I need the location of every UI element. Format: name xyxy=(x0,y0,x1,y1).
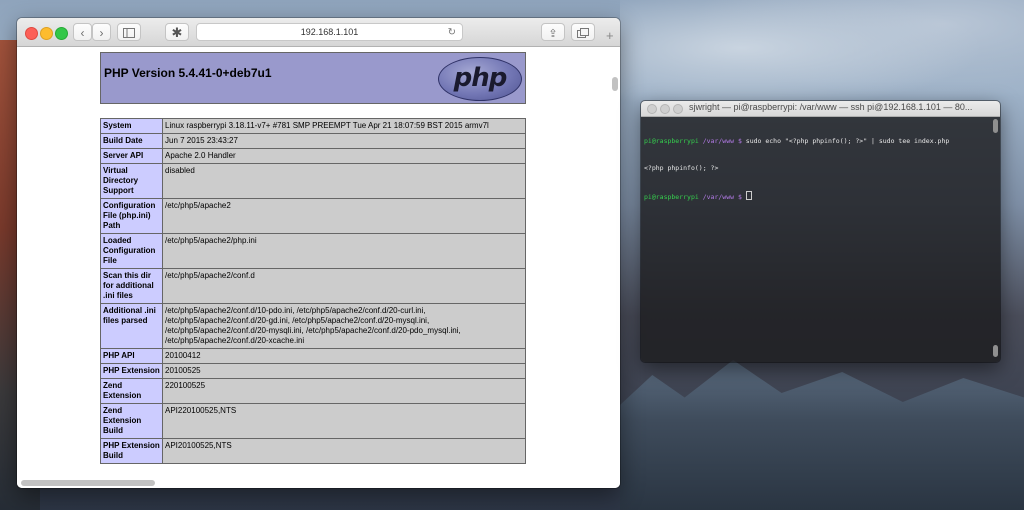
table-row: Virtual Directory Support disabled xyxy=(100,163,526,199)
table-row: Additional .ini files parsed/etc/php5/ap… xyxy=(100,303,526,349)
tabs-button[interactable] xyxy=(571,23,595,41)
prompt-path: /var/www xyxy=(702,137,735,145)
reload-icon[interactable]: ↻ xyxy=(448,24,456,41)
terminal-zoom-button[interactable] xyxy=(673,104,683,114)
back-button[interactable]: ‹ xyxy=(73,23,92,41)
table-row: PHP Extension Build API20100525,NTS xyxy=(100,438,526,464)
terminal-window: sjwright — pi@raspberrypi: /var/www — ss… xyxy=(641,101,1000,362)
prompt-path: /var/www xyxy=(702,193,735,201)
sidebar-icon xyxy=(123,28,135,38)
table-row: Zend Extension 220100525 xyxy=(100,378,526,404)
zoom-button[interactable] xyxy=(55,27,68,40)
prompt-user: pi@raspberrypi xyxy=(644,137,699,145)
table-row: PHP Extension 20100525 xyxy=(100,363,526,379)
sidebar-button[interactable] xyxy=(117,23,141,41)
puzzle-icon: ✱ xyxy=(171,25,183,40)
row-value: /etc/php5/apache2 xyxy=(162,198,526,234)
page-title: PHP Version 5.4.41-0+deb7u1 xyxy=(104,66,272,80)
terminal-scrollbar-bottom[interactable] xyxy=(993,345,998,357)
row-key: Loaded Configuration File xyxy=(100,233,163,269)
terminal-line: <?php phpinfo(); ?> xyxy=(644,164,990,173)
row-key: Zend Extension xyxy=(100,378,163,404)
row-value: Apache 2.0 Handler xyxy=(162,148,526,164)
row-value: Jun 7 2015 23:43:27 xyxy=(162,133,526,149)
row-value: /etc/php5/apache2/conf.d/10-pdo.ini, /et… xyxy=(162,303,526,349)
row-value: /etc/php5/apache2/conf.d xyxy=(162,268,526,304)
table-row: Configuration File (php.ini) Path/etc/ph… xyxy=(100,198,526,234)
row-value: 220100525 xyxy=(162,378,526,404)
row-key: PHP API xyxy=(100,348,163,364)
new-tab-button[interactable]: + xyxy=(606,28,620,46)
command-text: sudo echo "<?php phpinfo(); ?>" | sudo t… xyxy=(741,137,950,145)
table-row: Build Date Jun 7 2015 23:43:27 xyxy=(100,133,526,149)
row-key: Configuration File (php.ini) Path xyxy=(100,198,163,234)
chevron-left-icon: ‹ xyxy=(80,26,85,40)
row-key: PHP Extension xyxy=(100,363,163,379)
extension-button[interactable]: ✱ xyxy=(165,23,189,41)
row-key: PHP Extension Build xyxy=(100,438,163,464)
terminal-titlebar: sjwright — pi@raspberrypi: /var/www — ss… xyxy=(641,101,1000,117)
terminal-title: sjwright — pi@raspberrypi: /var/www — ss… xyxy=(689,102,973,112)
row-key: System xyxy=(100,118,163,134)
address-bar[interactable]: 192.168.1.101 ↻ xyxy=(196,23,463,41)
table-row: System Linux raspberrypi 3.18.11-v7+ #781… xyxy=(100,118,526,134)
row-value: Linux raspberrypi 3.18.11-v7+ #781 SMP P… xyxy=(162,118,526,134)
row-key: Scan this dir for additional .ini files xyxy=(100,268,163,304)
forward-button[interactable]: › xyxy=(92,23,111,41)
terminal-cursor xyxy=(745,191,752,200)
row-value: /etc/php5/apache2/php.ini xyxy=(162,233,526,269)
share-icon: ⇪ xyxy=(548,28,558,40)
table-row: Server API Apache 2.0 Handler xyxy=(100,148,526,164)
row-key: Build Date xyxy=(100,133,163,149)
terminal-scrollbar[interactable] xyxy=(993,119,998,133)
terminal-line: pi@raspberrypi /var/www $ sudo echo "<?p… xyxy=(644,137,990,146)
row-value: 20100412 xyxy=(162,348,526,364)
row-value: API220100525,NTS xyxy=(162,403,526,439)
terminal-output[interactable]: pi@raspberrypi /var/www $ sudo echo "<?p… xyxy=(644,119,990,220)
table-row: Loaded Configuration File/etc/php5/apach… xyxy=(100,233,526,269)
phpinfo-table: System Linux raspberrypi 3.18.11-v7+ #781… xyxy=(100,118,526,464)
safari-window: ‹ › ✱ 192.168.1.101 ↻ ⇪ + PHP Version 5.… xyxy=(17,18,620,488)
command-output: <?php phpinfo(); ?> xyxy=(644,164,719,172)
close-button[interactable] xyxy=(25,27,38,40)
terminal-minimize-button[interactable] xyxy=(660,104,670,114)
share-button[interactable]: ⇪ xyxy=(541,23,565,41)
prompt-user: pi@raspberrypi xyxy=(644,193,699,201)
php-logo: php xyxy=(438,57,522,101)
row-key: Server API xyxy=(100,148,163,164)
table-row: Scan this dir for additional .ini files /… xyxy=(100,268,526,304)
horizontal-scrollbar[interactable] xyxy=(21,480,155,486)
page-content: PHP Version 5.4.41-0+deb7u1 php System Li… xyxy=(17,47,620,488)
desktop-wallpaper-ridge xyxy=(620,360,1024,510)
php-header: PHP Version 5.4.41-0+deb7u1 php xyxy=(100,52,526,104)
terminal-line: pi@raspberrypi /var/www $ xyxy=(644,191,990,202)
table-row: PHP API 20100412 xyxy=(100,348,526,364)
tabs-icon xyxy=(577,28,589,38)
table-row: Zend Extension Build API220100525,NTS xyxy=(100,403,526,439)
minimize-button[interactable] xyxy=(40,27,53,40)
row-value: disabled xyxy=(162,163,526,199)
row-value: API20100525,NTS xyxy=(162,438,526,464)
vertical-scrollbar[interactable] xyxy=(612,77,618,91)
url-text: 192.168.1.101 xyxy=(300,27,359,37)
row-key: Virtual Directory Support xyxy=(100,163,163,199)
row-key: Additional .ini files parsed xyxy=(100,303,163,349)
terminal-close-button[interactable] xyxy=(647,104,657,114)
safari-toolbar: ‹ › ✱ 192.168.1.101 ↻ ⇪ + xyxy=(17,18,620,47)
row-key: Zend Extension Build xyxy=(100,403,163,439)
chevron-right-icon: › xyxy=(99,26,104,40)
row-value: 20100525 xyxy=(162,363,526,379)
